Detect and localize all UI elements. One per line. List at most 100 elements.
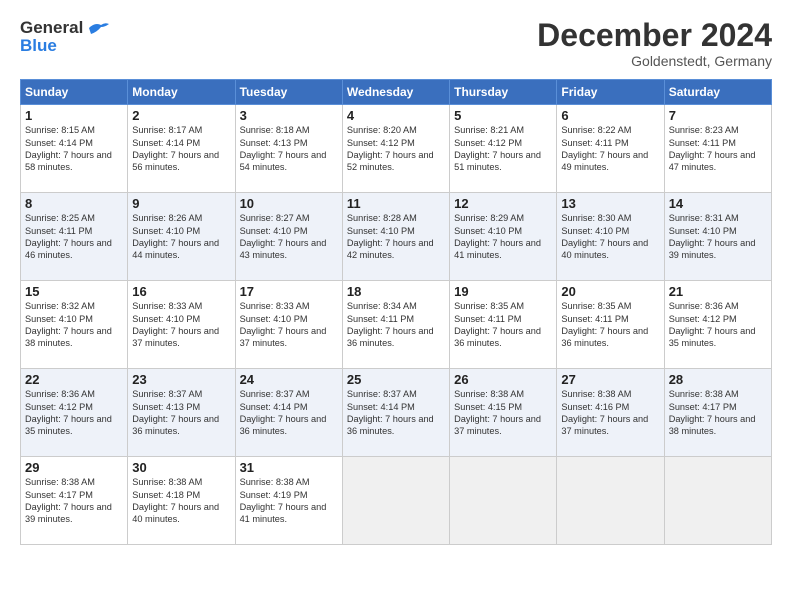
calendar-cell: 23Sunrise: 8:37 AMSunset: 4:13 PMDayligh… (128, 369, 235, 457)
cell-details: Sunrise: 8:30 AMSunset: 4:10 PMDaylight:… (561, 212, 659, 262)
cell-details: Sunrise: 8:27 AMSunset: 4:10 PMDaylight:… (240, 212, 338, 262)
calendar-cell: 11Sunrise: 8:28 AMSunset: 4:10 PMDayligh… (342, 193, 449, 281)
cell-details: Sunrise: 8:37 AMSunset: 4:14 PMDaylight:… (240, 388, 338, 438)
calendar-cell (664, 457, 771, 545)
col-header-thursday: Thursday (450, 80, 557, 105)
col-header-friday: Friday (557, 80, 664, 105)
day-number: 3 (240, 108, 338, 123)
day-number: 7 (669, 108, 767, 123)
day-number: 6 (561, 108, 659, 123)
day-number: 10 (240, 196, 338, 211)
calendar-cell: 3Sunrise: 8:18 AMSunset: 4:13 PMDaylight… (235, 105, 342, 193)
calendar-week-row: 8Sunrise: 8:25 AMSunset: 4:11 PMDaylight… (21, 193, 772, 281)
col-header-saturday: Saturday (664, 80, 771, 105)
cell-details: Sunrise: 8:31 AMSunset: 4:10 PMDaylight:… (669, 212, 767, 262)
cell-details: Sunrise: 8:35 AMSunset: 4:11 PMDaylight:… (561, 300, 659, 350)
calendar-cell: 17Sunrise: 8:33 AMSunset: 4:10 PMDayligh… (235, 281, 342, 369)
cell-details: Sunrise: 8:38 AMSunset: 4:17 PMDaylight:… (25, 476, 123, 526)
calendar-cell: 27Sunrise: 8:38 AMSunset: 4:16 PMDayligh… (557, 369, 664, 457)
col-header-sunday: Sunday (21, 80, 128, 105)
day-number: 12 (454, 196, 552, 211)
day-number: 4 (347, 108, 445, 123)
cell-details: Sunrise: 8:38 AMSunset: 4:19 PMDaylight:… (240, 476, 338, 526)
page: General Blue December 2024 Goldenstedt, … (0, 0, 792, 612)
day-number: 27 (561, 372, 659, 387)
cell-details: Sunrise: 8:34 AMSunset: 4:11 PMDaylight:… (347, 300, 445, 350)
calendar-cell (342, 457, 449, 545)
cell-details: Sunrise: 8:32 AMSunset: 4:10 PMDaylight:… (25, 300, 123, 350)
calendar-cell: 10Sunrise: 8:27 AMSunset: 4:10 PMDayligh… (235, 193, 342, 281)
calendar-cell: 4Sunrise: 8:20 AMSunset: 4:12 PMDaylight… (342, 105, 449, 193)
calendar-cell: 31Sunrise: 8:38 AMSunset: 4:19 PMDayligh… (235, 457, 342, 545)
cell-details: Sunrise: 8:20 AMSunset: 4:12 PMDaylight:… (347, 124, 445, 174)
day-number: 16 (132, 284, 230, 299)
calendar-header-row: SundayMondayTuesdayWednesdayThursdayFrid… (21, 80, 772, 105)
day-number: 2 (132, 108, 230, 123)
col-header-wednesday: Wednesday (342, 80, 449, 105)
cell-details: Sunrise: 8:36 AMSunset: 4:12 PMDaylight:… (669, 300, 767, 350)
day-number: 28 (669, 372, 767, 387)
calendar-cell: 5Sunrise: 8:21 AMSunset: 4:12 PMDaylight… (450, 105, 557, 193)
day-number: 24 (240, 372, 338, 387)
cell-details: Sunrise: 8:18 AMSunset: 4:13 PMDaylight:… (240, 124, 338, 174)
calendar-cell: 8Sunrise: 8:25 AMSunset: 4:11 PMDaylight… (21, 193, 128, 281)
calendar-cell: 24Sunrise: 8:37 AMSunset: 4:14 PMDayligh… (235, 369, 342, 457)
day-number: 11 (347, 196, 445, 211)
cell-details: Sunrise: 8:22 AMSunset: 4:11 PMDaylight:… (561, 124, 659, 174)
cell-details: Sunrise: 8:37 AMSunset: 4:14 PMDaylight:… (347, 388, 445, 438)
day-number: 9 (132, 196, 230, 211)
day-number: 22 (25, 372, 123, 387)
cell-details: Sunrise: 8:15 AMSunset: 4:14 PMDaylight:… (25, 124, 123, 174)
subtitle: Goldenstedt, Germany (537, 53, 772, 69)
day-number: 23 (132, 372, 230, 387)
cell-details: Sunrise: 8:26 AMSunset: 4:10 PMDaylight:… (132, 212, 230, 262)
day-number: 18 (347, 284, 445, 299)
day-number: 29 (25, 460, 123, 475)
calendar-cell: 15Sunrise: 8:32 AMSunset: 4:10 PMDayligh… (21, 281, 128, 369)
calendar-cell: 1Sunrise: 8:15 AMSunset: 4:14 PMDaylight… (21, 105, 128, 193)
calendar-cell: 25Sunrise: 8:37 AMSunset: 4:14 PMDayligh… (342, 369, 449, 457)
calendar-cell: 20Sunrise: 8:35 AMSunset: 4:11 PMDayligh… (557, 281, 664, 369)
calendar-cell (557, 457, 664, 545)
day-number: 17 (240, 284, 338, 299)
calendar-table: SundayMondayTuesdayWednesdayThursdayFrid… (20, 79, 772, 545)
calendar-cell: 30Sunrise: 8:38 AMSunset: 4:18 PMDayligh… (128, 457, 235, 545)
logo-blue: Blue (20, 36, 57, 56)
col-header-tuesday: Tuesday (235, 80, 342, 105)
cell-details: Sunrise: 8:38 AMSunset: 4:17 PMDaylight:… (669, 388, 767, 438)
day-number: 15 (25, 284, 123, 299)
header: General Blue December 2024 Goldenstedt, … (20, 18, 772, 69)
day-number: 14 (669, 196, 767, 211)
calendar-cell: 12Sunrise: 8:29 AMSunset: 4:10 PMDayligh… (450, 193, 557, 281)
calendar-cell: 19Sunrise: 8:35 AMSunset: 4:11 PMDayligh… (450, 281, 557, 369)
cell-details: Sunrise: 8:25 AMSunset: 4:11 PMDaylight:… (25, 212, 123, 262)
cell-details: Sunrise: 8:21 AMSunset: 4:12 PMDaylight:… (454, 124, 552, 174)
calendar-cell: 14Sunrise: 8:31 AMSunset: 4:10 PMDayligh… (664, 193, 771, 281)
main-title: December 2024 (537, 18, 772, 53)
cell-details: Sunrise: 8:23 AMSunset: 4:11 PMDaylight:… (669, 124, 767, 174)
cell-details: Sunrise: 8:29 AMSunset: 4:10 PMDaylight:… (454, 212, 552, 262)
logo: General Blue (20, 18, 109, 56)
calendar-week-row: 29Sunrise: 8:38 AMSunset: 4:17 PMDayligh… (21, 457, 772, 545)
cell-details: Sunrise: 8:38 AMSunset: 4:15 PMDaylight:… (454, 388, 552, 438)
cell-details: Sunrise: 8:33 AMSunset: 4:10 PMDaylight:… (132, 300, 230, 350)
calendar-cell: 7Sunrise: 8:23 AMSunset: 4:11 PMDaylight… (664, 105, 771, 193)
day-number: 26 (454, 372, 552, 387)
cell-details: Sunrise: 8:17 AMSunset: 4:14 PMDaylight:… (132, 124, 230, 174)
calendar-cell: 16Sunrise: 8:33 AMSunset: 4:10 PMDayligh… (128, 281, 235, 369)
day-number: 21 (669, 284, 767, 299)
cell-details: Sunrise: 8:33 AMSunset: 4:10 PMDaylight:… (240, 300, 338, 350)
calendar-cell (450, 457, 557, 545)
day-number: 25 (347, 372, 445, 387)
calendar-week-row: 1Sunrise: 8:15 AMSunset: 4:14 PMDaylight… (21, 105, 772, 193)
day-number: 20 (561, 284, 659, 299)
calendar-cell: 26Sunrise: 8:38 AMSunset: 4:15 PMDayligh… (450, 369, 557, 457)
cell-details: Sunrise: 8:37 AMSunset: 4:13 PMDaylight:… (132, 388, 230, 438)
cell-details: Sunrise: 8:38 AMSunset: 4:18 PMDaylight:… (132, 476, 230, 526)
col-header-monday: Monday (128, 80, 235, 105)
cell-details: Sunrise: 8:35 AMSunset: 4:11 PMDaylight:… (454, 300, 552, 350)
calendar-week-row: 15Sunrise: 8:32 AMSunset: 4:10 PMDayligh… (21, 281, 772, 369)
calendar-cell: 2Sunrise: 8:17 AMSunset: 4:14 PMDaylight… (128, 105, 235, 193)
title-block: December 2024 Goldenstedt, Germany (537, 18, 772, 69)
cell-details: Sunrise: 8:36 AMSunset: 4:12 PMDaylight:… (25, 388, 123, 438)
